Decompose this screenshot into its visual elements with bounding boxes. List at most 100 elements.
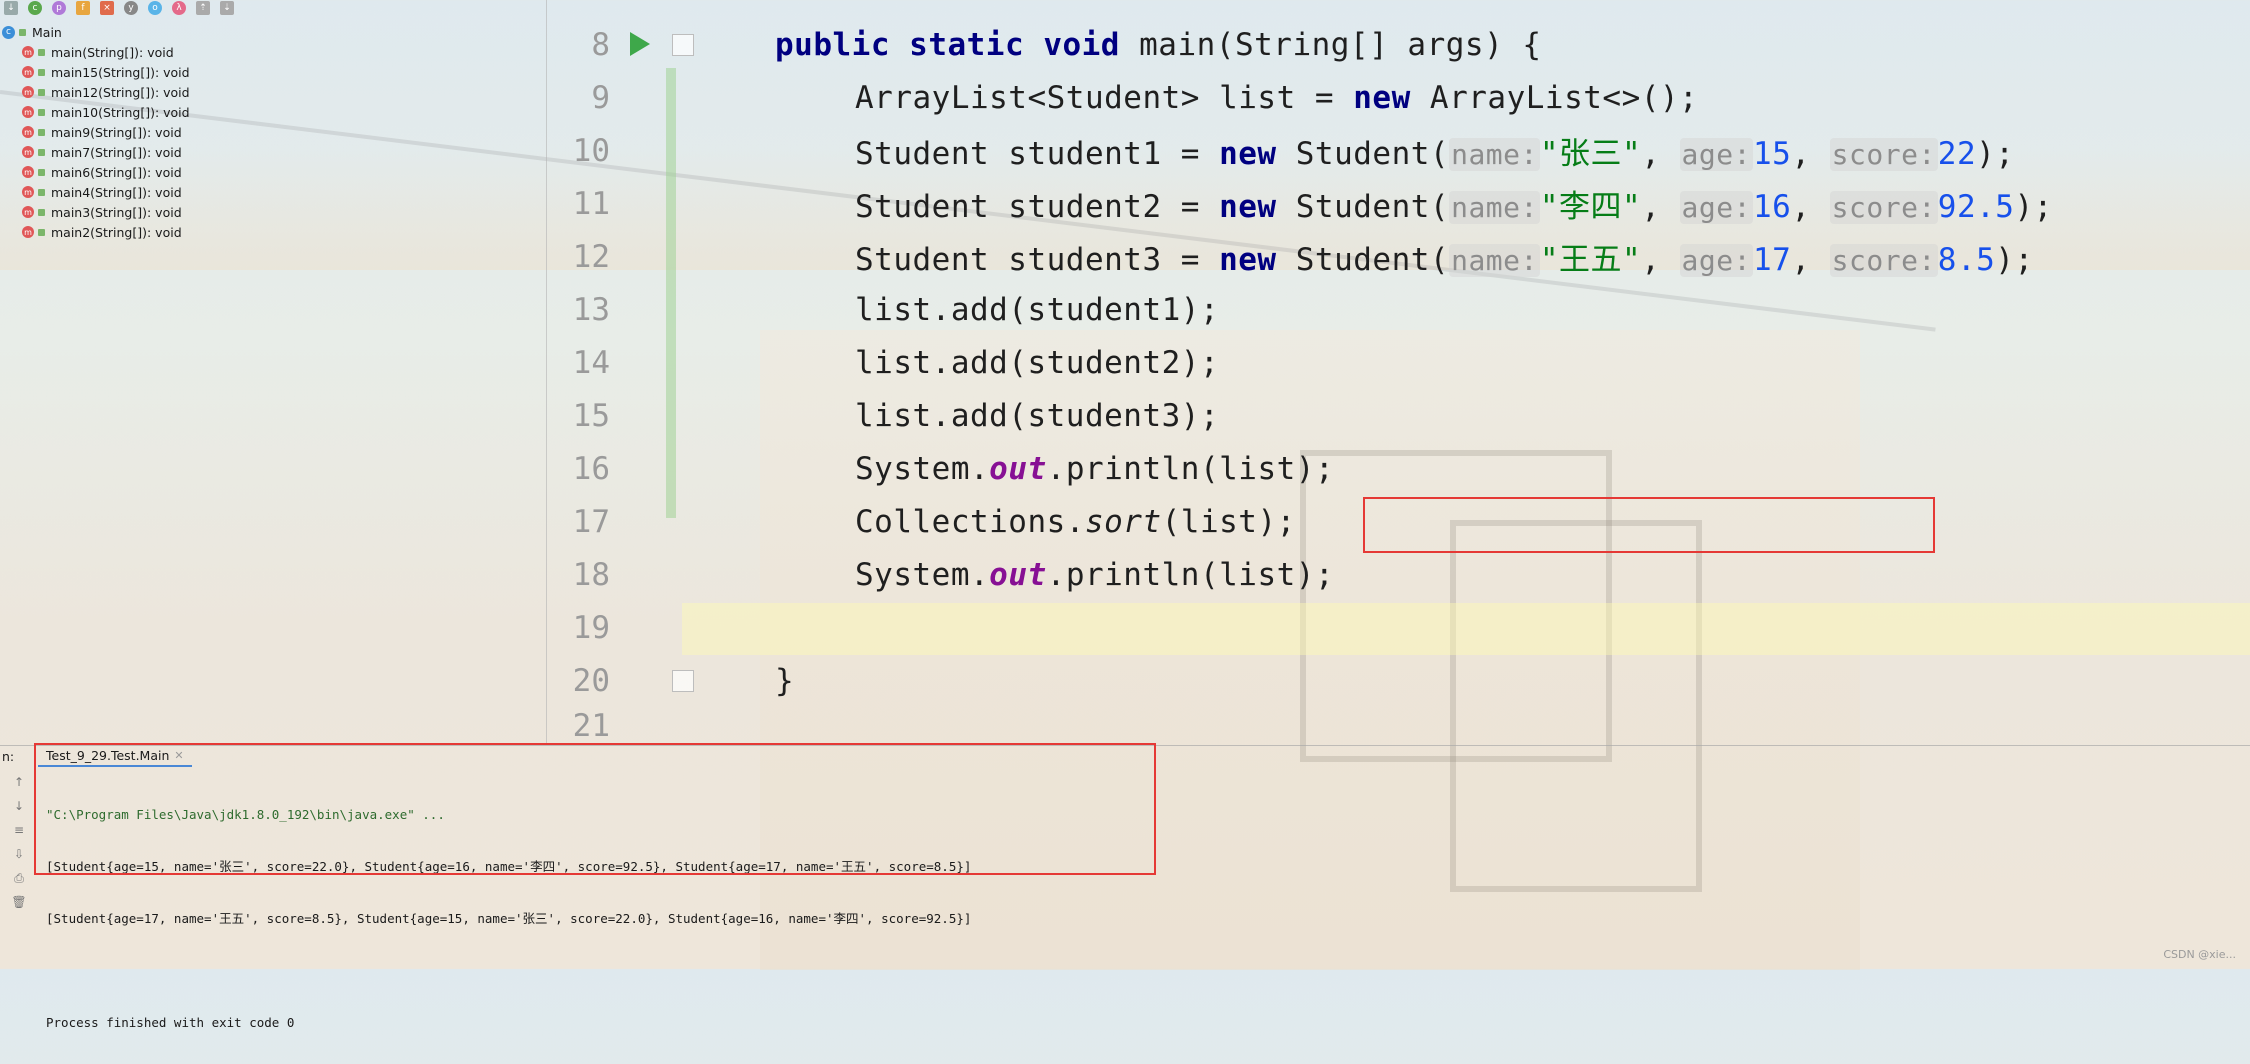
method-label: main7(String[]): void xyxy=(51,144,182,160)
tree-item-method[interactable]: m main(String[]): void xyxy=(0,42,190,62)
method-label: main4(String[]): void xyxy=(51,184,182,200)
method-icon: m xyxy=(22,126,34,138)
console-line: Process finished with exit code 0 xyxy=(46,1015,295,1030)
param-hint: age: xyxy=(1679,191,1753,224)
line-number[interactable]: 17 xyxy=(547,504,610,540)
line-number[interactable]: 8 xyxy=(547,27,610,63)
class-icon: c xyxy=(2,25,15,39)
class-filter-icon[interactable]: c xyxy=(28,1,42,15)
code-text: ArrayList<Student> list = new ArrayList<… xyxy=(855,79,1699,116)
line-number[interactable]: 15 xyxy=(547,398,610,434)
code-text: public static void main(String[] args) { xyxy=(775,26,1542,63)
line-number[interactable]: 18 xyxy=(547,557,610,593)
line-number[interactable]: 21 xyxy=(547,708,610,744)
param-hint: name: xyxy=(1449,138,1540,171)
structure-toolbar: ↓ c p f × y o λ ⇡ ⇣ xyxy=(0,0,546,16)
watermark: CSDN @xie... xyxy=(2163,948,2236,961)
code-line[interactable]: 20 } xyxy=(547,654,2250,707)
public-icon xyxy=(38,48,45,56)
code-line[interactable]: 12 Student student3 = new Student(name:"… xyxy=(547,230,2250,283)
trash-icon[interactable]: 🗑 xyxy=(11,895,26,909)
expand-all-icon[interactable]: ⇡ xyxy=(196,1,210,15)
arrow-up-icon[interactable]: ↑ xyxy=(12,775,26,789)
code-editor[interactable]: 8 public static void main(String[] args)… xyxy=(547,0,2250,745)
public-icon xyxy=(38,68,45,76)
method-label: main3(String[]): void xyxy=(51,204,182,220)
fold-icon[interactable] xyxy=(672,34,694,56)
public-icon xyxy=(38,108,45,116)
property-filter-icon[interactable]: p xyxy=(52,1,66,15)
code-line[interactable]: 15 list.add(student3); xyxy=(547,389,2250,442)
sort-icon[interactable]: ↓ xyxy=(4,1,18,15)
line-number[interactable]: 12 xyxy=(547,239,610,275)
tree-item-method[interactable]: m main10(String[]): void xyxy=(0,102,190,122)
code-line[interactable]: 16 System.out.println(list); xyxy=(547,442,2250,495)
code-text: Student student1 = new Student(name:"张三"… xyxy=(855,136,2015,172)
tree-item-method[interactable]: m main4(String[]): void xyxy=(0,182,190,202)
tree-item-method[interactable]: m main12(String[]): void xyxy=(0,82,190,102)
public-icon xyxy=(38,88,45,96)
structure-tree: c Main m main(String[]): void m main15(Str… xyxy=(0,22,190,242)
code-text: } xyxy=(775,662,795,699)
public-icon xyxy=(38,188,45,196)
tree-item-method[interactable]: m main3(String[]): void xyxy=(0,202,190,222)
line-number[interactable]: 20 xyxy=(547,663,610,699)
run-label: n: xyxy=(2,748,15,764)
run-gutter-icon[interactable] xyxy=(630,32,650,56)
line-number[interactable]: 14 xyxy=(547,345,610,381)
code-text: System.out.println(list); xyxy=(855,450,1335,487)
code-line[interactable]: 10 Student student1 = new Student(name:"… xyxy=(547,124,2250,177)
line-number[interactable]: 13 xyxy=(547,292,610,328)
param-hint: score: xyxy=(1829,191,1938,224)
anonymous-filter-icon[interactable]: o xyxy=(148,1,162,15)
line-number[interactable]: 19 xyxy=(547,610,610,646)
code-line[interactable]: 21 xyxy=(547,707,2250,745)
code-line[interactable]: 19 xyxy=(547,601,2250,654)
tree-root-label: Main xyxy=(32,24,62,40)
method-icon: m xyxy=(22,186,34,198)
param-hint: age: xyxy=(1679,244,1753,277)
tree-item-method[interactable]: m main7(String[]): void xyxy=(0,142,190,162)
arrow-down-icon[interactable]: ↓ xyxy=(12,799,26,813)
tree-item-method[interactable]: m main15(String[]): void xyxy=(0,62,190,82)
line-number[interactable]: 9 xyxy=(547,80,610,116)
code-line[interactable]: 13 list.add(student1); xyxy=(547,283,2250,336)
code-line[interactable]: 18 System.out.println(list); xyxy=(547,548,2250,601)
method-icon: m xyxy=(22,206,34,218)
code-line[interactable]: 14 list.add(student2); xyxy=(547,336,2250,389)
code-text: System.out.println(list); xyxy=(855,556,1335,593)
method-icon: m xyxy=(22,166,34,178)
lambda-filter-icon[interactable]: λ xyxy=(172,1,186,15)
param-hint: score: xyxy=(1829,244,1938,277)
code-text: list.add(student3); xyxy=(855,397,1220,434)
soft-wrap-icon[interactable]: ≡ xyxy=(12,823,26,837)
method-icon: m xyxy=(22,226,34,238)
method-label: main6(String[]): void xyxy=(51,164,182,180)
nonpublic-filter-icon[interactable]: × xyxy=(100,1,114,15)
tree-item-method[interactable]: m main2(String[]): void xyxy=(0,222,190,242)
inherited-filter-icon[interactable]: y xyxy=(124,1,138,15)
line-number[interactable]: 11 xyxy=(547,186,610,222)
code-line[interactable]: 8 public static void main(String[] args)… xyxy=(547,18,2250,71)
public-icon xyxy=(38,128,45,136)
line-number[interactable]: 16 xyxy=(547,451,610,487)
code-text: Student student3 = new Student(name:"王五"… xyxy=(855,242,2034,278)
method-label: main15(String[]): void xyxy=(51,64,190,80)
param-hint: score: xyxy=(1829,138,1938,171)
tree-root-main[interactable]: c Main xyxy=(0,22,190,42)
public-icon xyxy=(19,28,26,36)
tree-item-method[interactable]: m main6(String[]): void xyxy=(0,162,190,182)
scroll-to-end-icon[interactable]: ⇩ xyxy=(12,847,26,861)
field-filter-icon[interactable]: f xyxy=(76,1,90,15)
line-number[interactable]: 10 xyxy=(547,133,610,169)
code-text: list.add(student1); xyxy=(855,291,1220,328)
code-line[interactable]: 11 Student student2 = new Student(name:"… xyxy=(547,177,2250,230)
method-label: main(String[]): void xyxy=(51,44,174,60)
code-line[interactable]: 9 ArrayList<Student> list = new ArrayLis… xyxy=(547,71,2250,124)
fold-icon[interactable] xyxy=(672,670,694,692)
collapse-all-icon[interactable]: ⇣ xyxy=(220,1,234,15)
print-icon[interactable]: ⎙ xyxy=(12,871,26,885)
method-label: main9(String[]): void xyxy=(51,124,182,140)
tree-item-method[interactable]: m main9(String[]): void xyxy=(0,122,190,142)
